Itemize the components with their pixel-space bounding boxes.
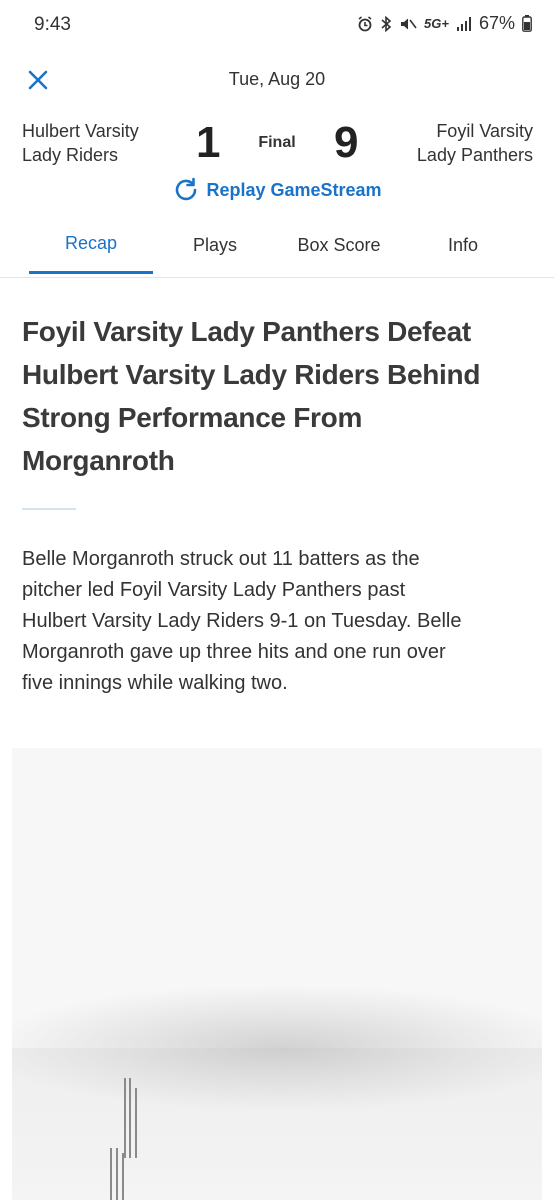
summary-line: five innings while walking two. (22, 672, 288, 694)
photo-fence-post (122, 1153, 124, 1200)
status-time: 9:43 (34, 14, 71, 35)
article-photo (12, 748, 542, 1200)
photo-fence-post (110, 1148, 112, 1200)
replay-icon (176, 177, 197, 201)
alarm-icon (357, 15, 373, 32)
summary-line: Belle Morganroth struck out 11 batters a… (22, 548, 420, 570)
replay-label: Replay GameStream (206, 179, 382, 200)
summary-line: Hulbert Varsity Lady Riders 9-1 on Tuesd… (22, 610, 462, 632)
photo-fence-post (116, 1148, 118, 1200)
headline-line: Morganroth (22, 445, 175, 476)
replay-gamestream-button[interactable]: Replay GameStream (0, 176, 554, 204)
mute-icon (399, 16, 417, 32)
headline-line: Hulbert Varsity Lady Riders Behind (22, 359, 481, 390)
photo-haze (12, 988, 542, 1108)
tab-info[interactable]: Info (416, 216, 510, 274)
game-date: Tue, Aug 20 (228, 69, 326, 89)
headline-line: Foyil Varsity Lady Panthers Defeat (22, 316, 471, 347)
tab-bar: Recap Plays Box Score Info (0, 216, 554, 276)
signal-icon (456, 16, 472, 31)
headline-divider (22, 508, 76, 510)
status-icons: 5G+ 67% (357, 13, 532, 34)
photo-fence-post (135, 1088, 137, 1158)
article-headline: Foyil Varsity Lady Panthers Defeat Hulbe… (22, 310, 532, 482)
away-team-line1: Foyil Varsity (436, 121, 533, 141)
network-5g-label: 5G+ (424, 16, 449, 31)
battery-percent: 67% (478, 13, 515, 33)
away-team-name[interactable]: Foyil Varsity Lady Panthers (417, 119, 533, 167)
article-summary: Belle Morganroth struck out 11 batters a… (22, 544, 532, 699)
recap-article: Foyil Varsity Lady Panthers Defeat Hulbe… (22, 310, 532, 699)
photo-fence-post (129, 1078, 131, 1158)
summary-line: pitcher led Foyil Varsity Lady Panthers … (22, 579, 406, 601)
summary-line: Morganroth gave up three hits and one ru… (22, 641, 446, 663)
away-team-score: 9 (334, 118, 359, 167)
tab-box-score[interactable]: Box Score (280, 216, 398, 274)
status-bar: 9:43 5G+ 67% (0, 0, 554, 52)
tab-recap[interactable]: Recap (29, 216, 153, 274)
photo-fence-post (124, 1078, 126, 1158)
game-header: Tue, Aug 20 Hulbert Varsity Lady Riders … (0, 52, 554, 278)
away-team-line2: Lady Panthers (416, 145, 533, 165)
headline-line: Strong Performance From (22, 402, 363, 433)
bluetooth-icon (380, 15, 392, 32)
tab-plays[interactable]: Plays (165, 216, 265, 274)
battery-icon (522, 15, 532, 32)
